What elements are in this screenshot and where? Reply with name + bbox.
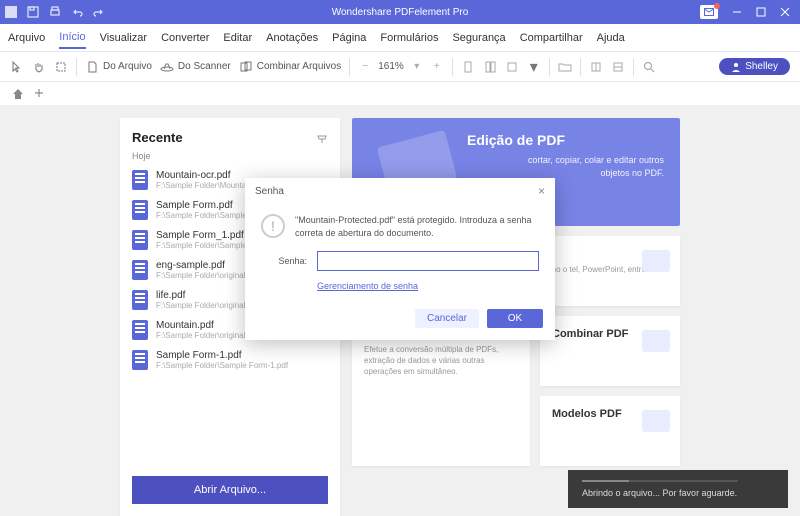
password-management-link[interactable]: Gerenciamento de senha bbox=[317, 281, 539, 291]
dialog-cancel-button[interactable]: Cancelar bbox=[415, 309, 479, 328]
dialog-ok-button[interactable]: OK bbox=[487, 309, 543, 328]
password-dialog: Senha × ! "Mountain-Protected.pdf" está … bbox=[245, 178, 555, 340]
status-toast: Abrindo o arquivo... Por favor aguarde. bbox=[568, 470, 788, 508]
password-label: Senha: bbox=[261, 256, 307, 266]
progress-bar bbox=[582, 480, 738, 482]
password-input[interactable] bbox=[317, 251, 539, 271]
toast-text: Abrindo o arquivo... Por favor aguarde. bbox=[582, 488, 737, 498]
dialog-title: Senha bbox=[255, 186, 284, 197]
dialog-close-button[interactable]: × bbox=[538, 184, 545, 198]
info-icon: ! bbox=[261, 214, 285, 238]
dialog-message: "Mountain-Protected.pdf" está protegido.… bbox=[295, 214, 539, 239]
dialog-overlay: Senha × ! "Mountain-Protected.pdf" está … bbox=[0, 0, 800, 516]
